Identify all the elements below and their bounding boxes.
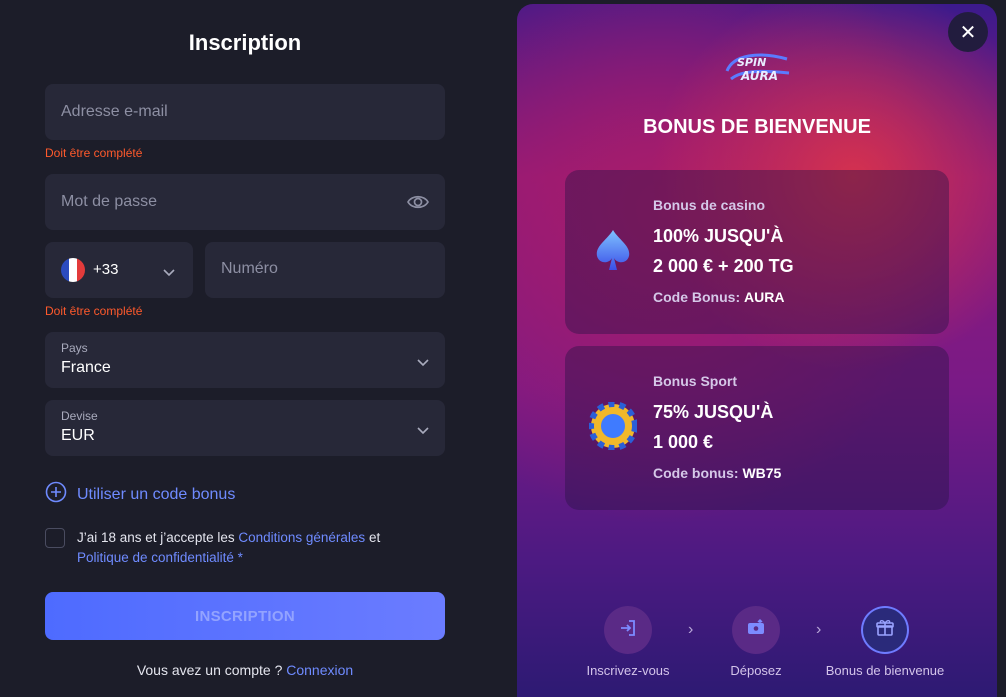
- chevron-down-icon: [417, 354, 429, 372]
- password-placeholder: Mot de passe: [61, 193, 158, 210]
- chevron-right-icon: ›: [816, 621, 822, 638]
- card-headline: 100% JUSQU'À: [653, 226, 784, 246]
- login-prompt: Vous avez un compte ? Connexion: [136, 662, 354, 678]
- email-error: Doit être complété: [45, 146, 143, 160]
- terms-conditions-link[interactable]: Conditions générales: [238, 530, 365, 545]
- phone-number-field[interactable]: Numéro: [205, 242, 445, 298]
- deposit-icon: [746, 618, 766, 643]
- step-bonus-label: Bonus de bienvenue: [825, 663, 945, 678]
- step-deposit: [732, 606, 780, 654]
- form-title: Inscription: [188, 30, 302, 55]
- sport-bonus-card: Bonus Sport 75% JUSQU'À 1 000 € Code bon…: [565, 346, 949, 510]
- login-link[interactable]: Connexion: [286, 662, 353, 678]
- phone-error: Doit être complété: [45, 304, 143, 318]
- spin-aura-logo: SPIN AURA: [723, 49, 793, 85]
- casino-bonus-card: Bonus de casino 100% JUSQU'À 2 000 € + 2…: [565, 170, 949, 334]
- gift-icon: [875, 618, 895, 643]
- bonus-code-label: Utiliser un code bonus: [77, 485, 236, 503]
- password-field[interactable]: Mot de passe: [45, 174, 445, 230]
- inscription-button[interactable]: INSCRIPTION: [45, 592, 445, 640]
- close-button[interactable]: ✕: [948, 12, 988, 52]
- step-deposit-label: Déposez: [730, 663, 782, 678]
- chip-icon: [588, 401, 638, 451]
- bonus-code-link[interactable]: Utiliser un code bonus: [45, 481, 235, 508]
- card-bonus-code: Code Bonus: AURA: [653, 289, 785, 305]
- card-headline: 75% JUSQU'À: [653, 402, 774, 422]
- chevron-down-icon: [417, 422, 429, 440]
- currency-value: EUR: [61, 427, 95, 444]
- chevron-right-icon: ›: [688, 621, 694, 638]
- card-amount: 1 000 €: [653, 432, 714, 452]
- login-icon: [618, 618, 638, 643]
- phone-placeholder: Numéro: [221, 260, 278, 277]
- promo-title: BONUS DE BIENVENUE: [643, 116, 871, 138]
- svg-text:SPIN: SPIN: [737, 56, 766, 69]
- step-bonus: [861, 606, 909, 654]
- country-select[interactable]: Pays France: [45, 332, 445, 388]
- terms-checkbox[interactable]: [45, 528, 65, 548]
- terms-text: J’ai 18 ans et j’accepte les Conditions …: [77, 530, 381, 565]
- card-type: Bonus de casino: [653, 197, 766, 213]
- card-amount: 2 000 € + 200 TG: [653, 256, 794, 276]
- card-bonus-code: Code bonus: WB75: [653, 465, 782, 481]
- privacy-policy-link[interactable]: Politique de confidentialité *: [77, 550, 243, 565]
- country-label: Pays: [61, 341, 88, 355]
- plus-circle-icon: [45, 481, 67, 508]
- step-register: [604, 606, 652, 654]
- france-flag-icon: [61, 258, 85, 282]
- country-code-select[interactable]: +33: [45, 242, 193, 298]
- email-placeholder: Adresse e-mail: [61, 103, 168, 120]
- step-register-label: Inscrivez-vous: [586, 663, 670, 678]
- close-icon: ✕: [959, 21, 977, 44]
- welcome-bonus-panel: ✕ SPIN AURA BONUS DE BIENVENUE Bonus de …: [517, 4, 997, 697]
- chevron-down-icon: [163, 264, 175, 282]
- country-value: France: [61, 359, 111, 376]
- currency-select[interactable]: Devise EUR: [45, 400, 445, 456]
- email-field[interactable]: Adresse e-mail: [45, 84, 445, 140]
- card-type: Bonus Sport: [653, 373, 737, 389]
- phone-code: +33: [93, 261, 119, 278]
- currency-label: Devise: [61, 409, 98, 423]
- svg-text:AURA: AURA: [740, 69, 778, 83]
- eye-icon[interactable]: [407, 192, 429, 217]
- spade-icon: [589, 226, 637, 274]
